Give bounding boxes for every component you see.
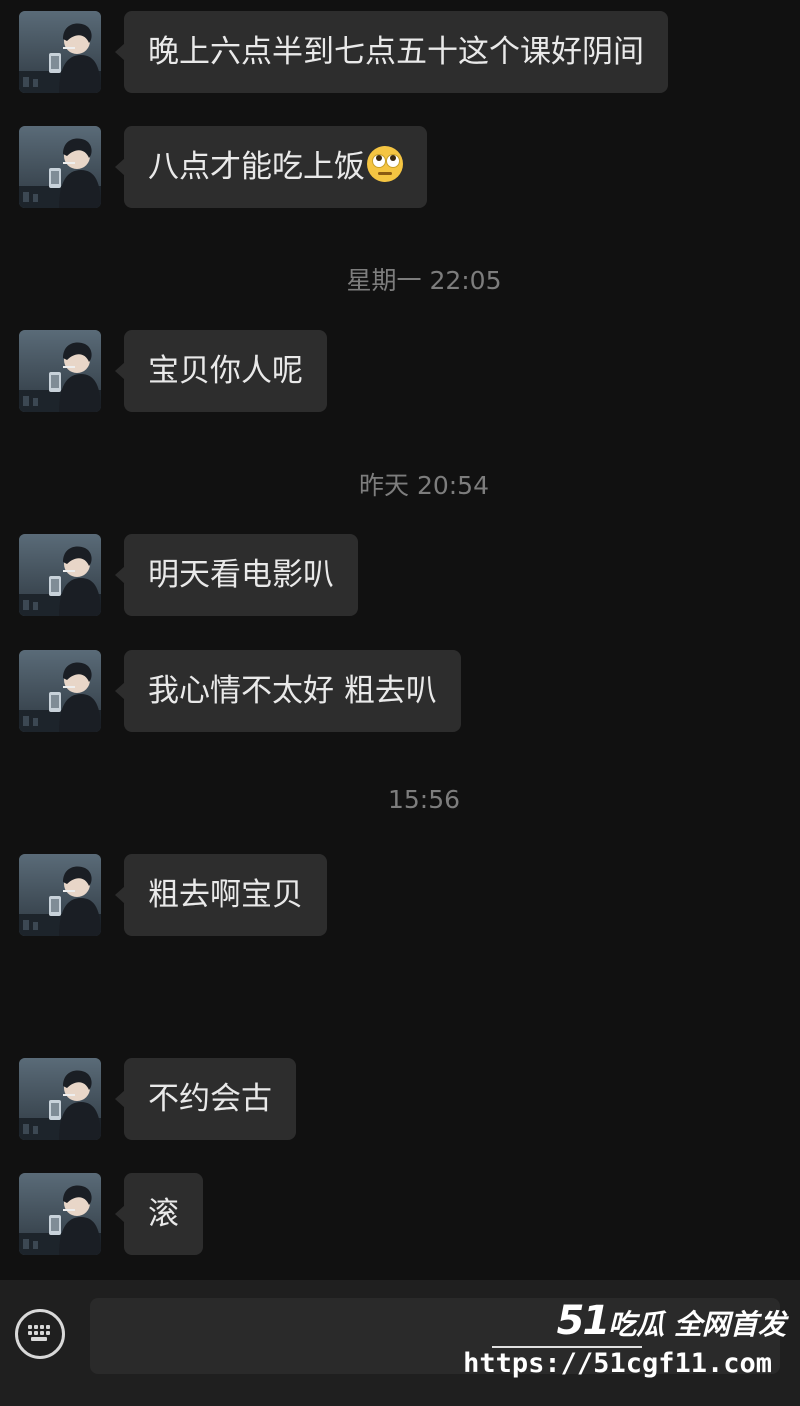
message-text: 晚上六点半到七点五十这个课好阴间 bbox=[148, 34, 644, 70]
contact-avatar[interactable] bbox=[19, 534, 101, 616]
message-bubble[interactable]: 不约会古 bbox=[115, 1058, 296, 1140]
message-bubble[interactable]: 晚上六点半到七点五十这个课好阴间 bbox=[115, 11, 668, 93]
contact-avatar[interactable] bbox=[19, 11, 101, 93]
contact-avatar[interactable] bbox=[19, 1058, 101, 1140]
message-text: 明天看电影叭 bbox=[148, 557, 334, 593]
message-text: 我心情不太好 粗去叭 bbox=[148, 673, 437, 709]
contact-avatar[interactable] bbox=[19, 1173, 101, 1255]
timestamp: 昨天 20:54 bbox=[359, 471, 489, 500]
chat-history: 晚上六点半到七点五十这个课好阴间 八点才能吃上饭 星期一 22:05 宝贝你人呢… bbox=[0, 0, 800, 1280]
message-bubble[interactable]: 宝贝你人呢 bbox=[115, 330, 327, 412]
message-text: 宝贝你人呢 bbox=[148, 353, 303, 389]
message-bubble[interactable]: 八点才能吃上饭 bbox=[115, 126, 427, 208]
contact-avatar[interactable] bbox=[19, 650, 101, 732]
keyboard-icon[interactable] bbox=[15, 1309, 65, 1359]
message-text: 滚 bbox=[148, 1196, 179, 1232]
timestamp: 星期一 22:05 bbox=[346, 266, 502, 295]
message-bubble[interactable]: 粗去啊宝贝 bbox=[115, 854, 327, 936]
message-text: 不约会古 bbox=[148, 1081, 272, 1117]
message-bubble[interactable]: 明天看电影叭 bbox=[115, 534, 358, 616]
message-bubble[interactable]: 滚 bbox=[115, 1173, 203, 1255]
watermark-logo: 51吃瓜 全网首发 bbox=[556, 1298, 786, 1344]
message-text: 八点才能吃上饭 bbox=[148, 149, 365, 185]
watermark: 51吃瓜 全网首发 https://51cgf11.com bbox=[463, 1290, 792, 1396]
eye-roll-emoji-icon bbox=[367, 146, 403, 182]
timestamp: 15:56 bbox=[387, 785, 461, 814]
contact-avatar[interactable] bbox=[19, 126, 101, 208]
message-text: 粗去啊宝贝 bbox=[148, 877, 303, 913]
contact-avatar[interactable] bbox=[19, 854, 101, 936]
contact-avatar[interactable] bbox=[19, 330, 101, 412]
watermark-url: https://51cgf11.com bbox=[463, 1348, 772, 1379]
message-bubble[interactable]: 我心情不太好 粗去叭 bbox=[115, 650, 461, 732]
